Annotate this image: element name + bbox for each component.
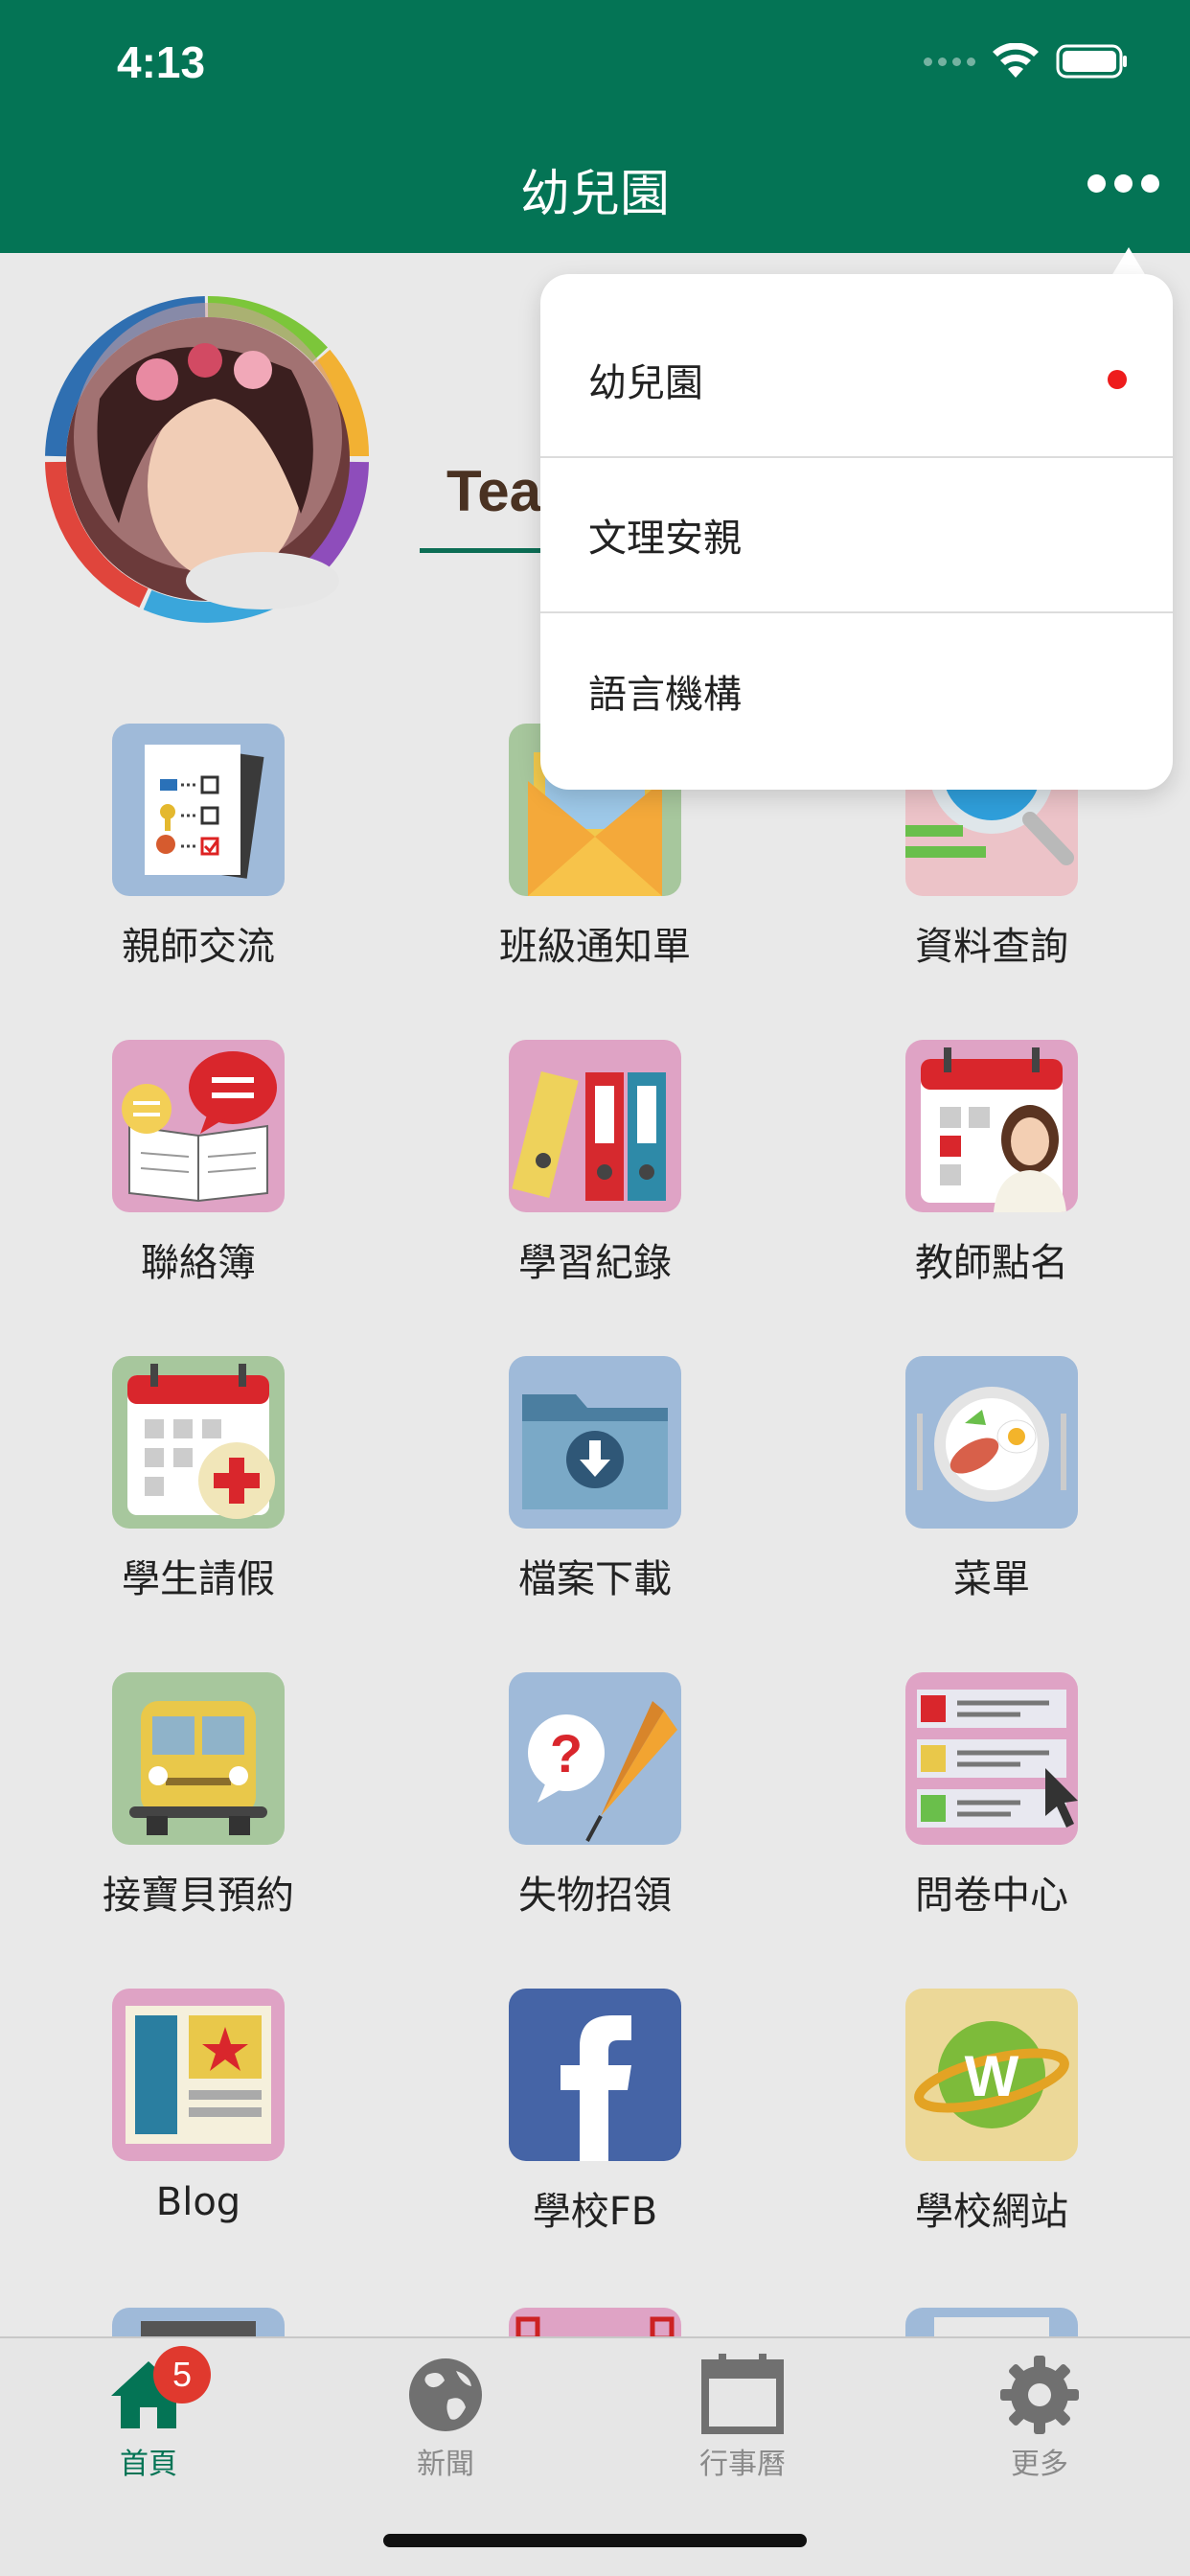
profile-name: Tea <box>446 459 541 523</box>
menu-item-label: 文理安親 <box>588 517 742 561</box>
tab-label: 更多 <box>1011 2448 1068 2481</box>
grid-item-label: 學校FB <box>532 2190 658 2234</box>
menu-item-afterschool[interactable]: 文理安親 <box>540 458 1173 613</box>
grid-item-label: 問卷中心 <box>915 1874 1068 1918</box>
blog-icon <box>112 1989 285 2161</box>
cellular-signal-icon <box>924 57 975 66</box>
meal-plate-icon <box>905 1356 1078 1529</box>
calendar-icon <box>699 2352 786 2438</box>
grid-item-label: 接寶貝預約 <box>103 1874 294 1918</box>
home-indicator <box>383 2534 807 2547</box>
grid-item-label: Blog <box>155 2180 241 2224</box>
facebook-icon <box>509 1989 681 2161</box>
notification-badge: 5 <box>153 2346 211 2404</box>
grid-item-blog[interactable]: Blog <box>0 1989 397 2305</box>
tab-label: 新聞 <box>417 2448 474 2481</box>
grid-item-label: 學生請假 <box>122 1557 275 1601</box>
app-header: 4:13 幼兒園 <box>0 0 1190 253</box>
website-globe-icon: W <box>905 1989 1078 2161</box>
battery-icon <box>1056 43 1129 80</box>
grid-item-school-website[interactable]: W 學校網站 <box>793 1989 1190 2305</box>
selected-dot-icon <box>1108 370 1127 389</box>
grid-next-row-partial <box>0 2308 1190 2336</box>
home-icon: 5 <box>105 2346 211 2438</box>
grid-item-label: 菜單 <box>953 1557 1030 1601</box>
grid-item-label: 檔案下載 <box>518 1557 672 1601</box>
grid-item-label: 資料查詢 <box>915 925 1068 969</box>
grid-item-label: 學校網站 <box>915 2190 1068 2234</box>
grid-item-menu[interactable]: 菜單 <box>793 1356 1190 1672</box>
menu-item-label: 幼兒園 <box>588 361 703 405</box>
grid-item-label: 教師點名 <box>915 1241 1068 1285</box>
page-title: 幼兒園 <box>519 166 670 223</box>
grid-item-teacher-rollcall[interactable]: 教師點名 <box>793 1040 1190 1356</box>
svg-text:?: ? <box>550 1723 583 1783</box>
grid-item-parent-teacher[interactable]: 親師交流 <box>0 724 397 1040</box>
tab-label: 行事曆 <box>699 2448 786 2481</box>
svg-text:W: W <box>965 2044 1019 2108</box>
tab-calendar[interactable]: 行事曆 <box>594 2338 891 2492</box>
status-time: 4:13 <box>117 37 206 87</box>
tab-home[interactable]: 5 首頁 <box>0 2338 297 2492</box>
grid-item-survey[interactable]: 問卷中心 <box>793 1672 1190 1989</box>
grid-item-label: 班級通知單 <box>499 925 691 969</box>
download-folder-icon <box>509 1356 681 1529</box>
partial-tile <box>112 2308 285 2336</box>
grid-item-file-download[interactable]: 檔案下載 <box>397 1356 793 1672</box>
calendar-plus-icon <box>112 1356 285 1529</box>
globe-icon <box>402 2352 489 2438</box>
checklist-icon <box>112 724 285 896</box>
grid-item-label: 聯絡簿 <box>141 1241 256 1285</box>
grid-item-learning-record[interactable]: 學習紀錄 <box>397 1040 793 1356</box>
grid-item-lost-found[interactable]: ? 失物招領 <box>397 1672 793 1989</box>
dropdown-arrow <box>1111 247 1146 276</box>
tab-more[interactable]: 更多 <box>891 2338 1188 2492</box>
partial-tile <box>905 2308 1078 2336</box>
school-type-dropdown: 幼兒園 文理安親 語言機構 <box>540 274 1173 790</box>
survey-icon <box>905 1672 1078 1845</box>
wifi-icon <box>991 43 1041 80</box>
calendar-teacher-icon <box>905 1040 1078 1212</box>
menu-item-label: 語言機構 <box>588 673 742 717</box>
grid-item-school-fb[interactable]: 學校FB <box>397 1989 793 2305</box>
binders-icon <box>509 1040 681 1212</box>
menu-item-language-school[interactable]: 語言機構 <box>540 613 1173 769</box>
notebook-chat-icon <box>112 1040 285 1212</box>
grid-item-label: 失物招領 <box>518 1874 672 1918</box>
grid-item-student-leave[interactable]: 學生請假 <box>0 1356 397 1672</box>
grid-item-label: 學習紀錄 <box>518 1241 672 1285</box>
grid-item-label: 親師交流 <box>122 925 275 969</box>
grid-item-pickup-booking[interactable]: 接寶貝預約 <box>0 1672 397 1989</box>
school-bus-icon <box>112 1672 285 1845</box>
menu-item-kindergarten[interactable]: 幼兒園 <box>540 303 1173 458</box>
gear-icon <box>996 2352 1083 2438</box>
status-icons <box>924 42 1129 80</box>
tab-news[interactable]: 新聞 <box>297 2338 594 2492</box>
more-menu-button[interactable] <box>1087 174 1159 193</box>
tab-label: 首頁 <box>120 2448 177 2481</box>
grid-item-contact-book[interactable]: 聯絡簿 <box>0 1040 397 1356</box>
partial-tile <box>509 2308 681 2336</box>
avatar[interactable] <box>42 293 374 625</box>
umbrella-question-icon: ? <box>509 1672 681 1845</box>
